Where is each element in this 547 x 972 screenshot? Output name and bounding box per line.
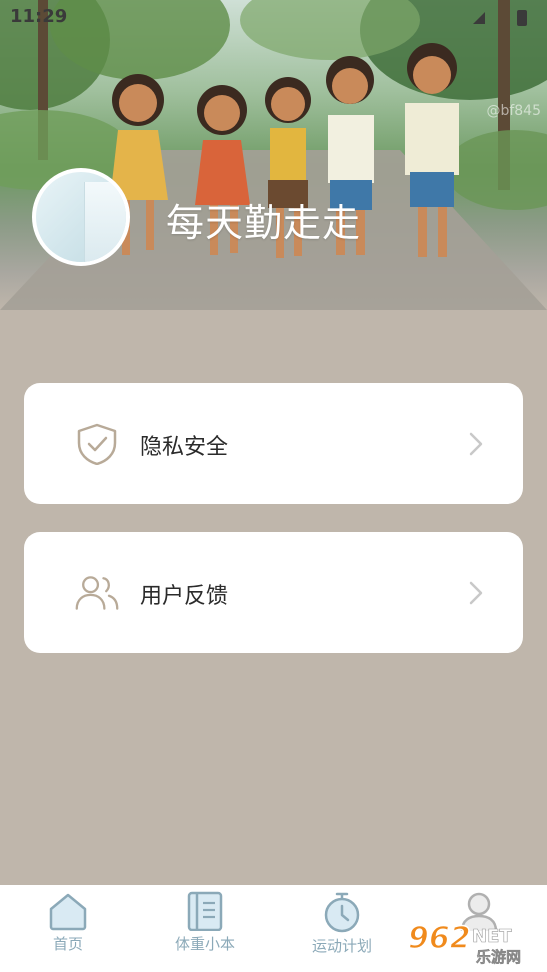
avatar[interactable] — [32, 168, 130, 266]
watermark-text: 乐游网 — [476, 948, 521, 966]
stopwatch-icon — [324, 892, 360, 933]
tab-label-exercise-plan: 运动计划 — [311, 937, 372, 955]
tab-weight-notebook[interactable]: 体重小本 — [150, 885, 260, 972]
home-icon — [49, 893, 87, 931]
chevron-right-icon — [469, 581, 483, 605]
profile-header: 11:29 @bf845 每天勤走走 — [0, 0, 547, 310]
notebook-icon — [187, 891, 223, 931]
chevron-right-icon — [469, 432, 483, 456]
tab-exercise-plan[interactable]: 运动计划 — [287, 885, 397, 972]
status-time: 11:29 — [10, 6, 68, 27]
image-watermark-id: @bf845 — [486, 103, 541, 119]
users-icon — [75, 576, 119, 610]
tab-home[interactable]: 首页 — [13, 885, 123, 972]
site-watermark-logo: 962 NET 乐游网 — [407, 920, 521, 966]
menu-item-privacy[interactable]: 隐私安全 — [24, 383, 523, 504]
battery-icon — [517, 10, 527, 26]
avatar-image — [84, 182, 126, 262]
menu-item-feedback[interactable]: 用户反馈 — [24, 532, 523, 653]
user-nickname: 每天勤走走 — [166, 201, 362, 245]
watermark-suffix: NET — [472, 926, 512, 947]
menu-label-privacy: 隐私安全 — [140, 435, 229, 460]
watermark-number: 962 — [408, 921, 471, 956]
shield-check-icon — [77, 423, 117, 465]
signal-icon — [473, 12, 485, 24]
tab-label-weight-notebook: 体重小本 — [174, 935, 235, 953]
tab-label-home: 首页 — [52, 935, 83, 953]
status-icons — [465, 8, 535, 32]
menu-label-feedback: 用户反馈 — [140, 584, 229, 609]
